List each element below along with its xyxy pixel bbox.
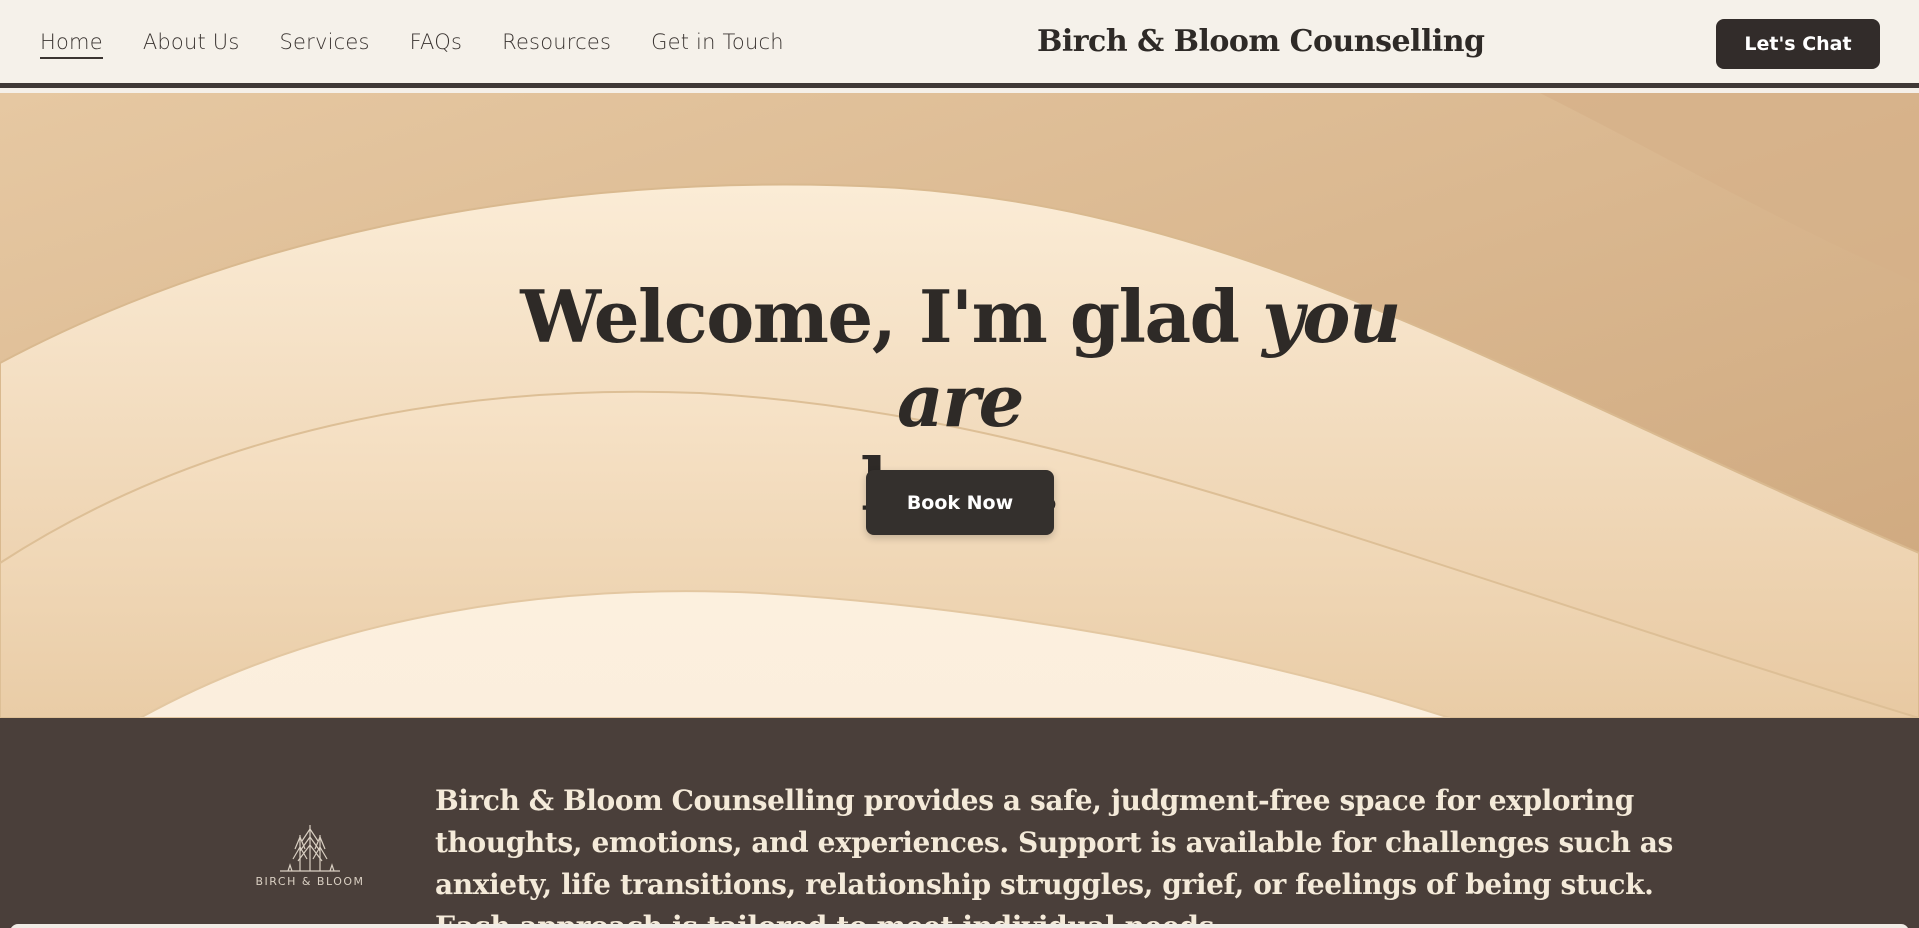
site-brand[interactable]: Birch & Bloom Counselling [1037, 24, 1485, 59]
tree-logo-icon [280, 825, 340, 872]
hero-title-start: Welcome, I'm glad [520, 274, 1263, 359]
site-header: Home About Us Services FAQs Resources Ge… [0, 0, 1919, 88]
main-nav: Home About Us Services FAQs Resources Ge… [40, 30, 784, 59]
about-description: Birch & Bloom Counselling provides a saf… [435, 784, 1673, 928]
nav-services[interactable]: Services [280, 30, 370, 59]
about-section: BIRCH & BLOOM Birch & Bloom Counselling … [0, 718, 1919, 928]
book-now-button[interactable]: Book Now [866, 470, 1054, 535]
lets-chat-button[interactable]: Let's Chat [1716, 19, 1880, 69]
bottom-panel-edge [10, 924, 1909, 928]
nav-resources[interactable]: Resources [502, 30, 611, 59]
nav-faqs[interactable]: FAQs [410, 30, 462, 59]
nav-home[interactable]: Home [40, 30, 103, 59]
birch-bloom-logo: BIRCH & BLOOM [250, 823, 370, 903]
page: Home About Us Services FAQs Resources Ge… [0, 0, 1919, 928]
hero-section: Welcome, I'm glad you are here. Book Now [0, 93, 1919, 718]
nav-get-in-touch[interactable]: Get in Touch [651, 30, 784, 59]
nav-about-us[interactable]: About Us [143, 30, 240, 59]
logo-wordmark: BIRCH & BLOOM [255, 875, 365, 888]
